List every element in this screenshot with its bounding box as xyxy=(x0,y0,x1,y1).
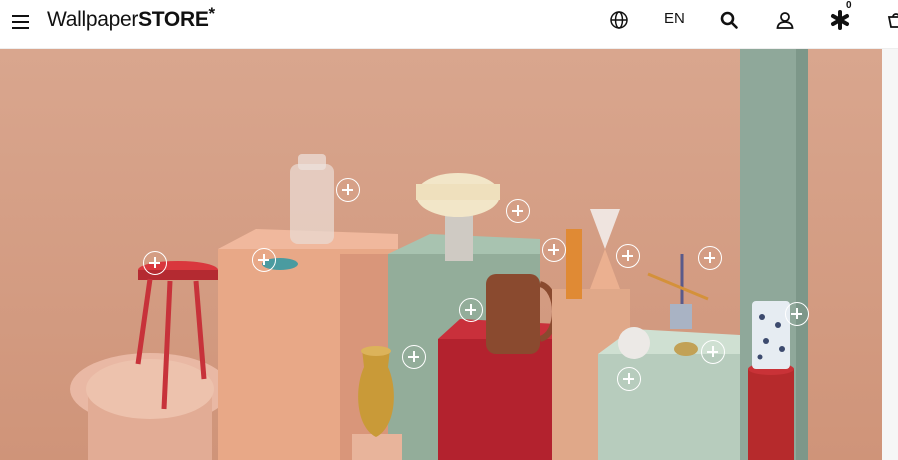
hotspot-glass-vase[interactable] xyxy=(336,178,360,202)
search-icon[interactable] xyxy=(717,8,741,32)
hotspot-patterned-vase[interactable] xyxy=(785,302,809,326)
site-header: WallpaperSTORE* EN 0 xyxy=(0,0,898,49)
hero-banner xyxy=(0,49,898,460)
product-scene-image xyxy=(0,49,898,460)
hotspot-table-lamp[interactable] xyxy=(506,199,530,223)
basket-icon[interactable] xyxy=(884,8,898,32)
hotspot-bowl[interactable] xyxy=(252,248,276,272)
wishlist-count: 0 xyxy=(846,0,852,11)
hotspot-brooch[interactable] xyxy=(701,340,725,364)
hotspot-hourglass[interactable] xyxy=(616,244,640,268)
user-icon[interactable] xyxy=(773,8,797,32)
hotspot-amber-glass[interactable] xyxy=(542,238,566,262)
globe-icon[interactable] xyxy=(607,8,631,32)
hotspot-marble-sphere[interactable] xyxy=(617,367,641,391)
menu-icon[interactable] xyxy=(10,11,32,33)
hotspot-mobile-sculpture[interactable] xyxy=(698,246,722,270)
hotspot-brass-vase[interactable] xyxy=(402,345,426,369)
star-icon[interactable] xyxy=(828,8,852,32)
hotspot-stool[interactable] xyxy=(143,251,167,275)
page-edge xyxy=(882,49,898,460)
hotspot-jug[interactable] xyxy=(459,298,483,322)
language-selector[interactable]: EN xyxy=(664,10,685,27)
site-logo[interactable]: WallpaperSTORE* xyxy=(47,4,215,32)
